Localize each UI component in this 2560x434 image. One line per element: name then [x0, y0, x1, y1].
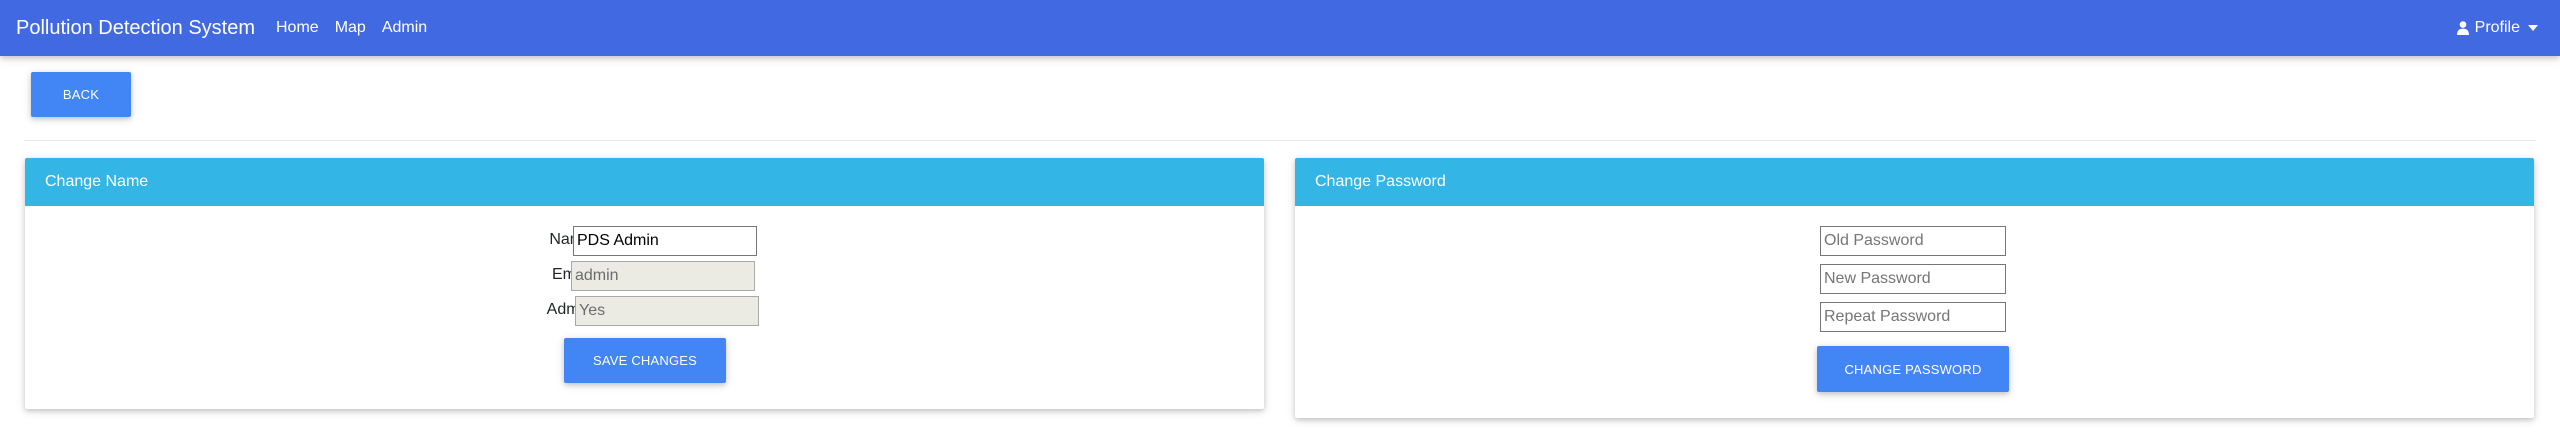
change-password-header: Change Password — [1295, 158, 2534, 206]
change-password-button[interactable]: CHANGE PASSWORD — [1817, 346, 2009, 392]
admin-input: Yes — [575, 296, 759, 326]
nav-link-map[interactable]: Map — [335, 19, 366, 37]
nav-link-home[interactable]: Home — [276, 19, 319, 37]
nav-links: Home Map Admin — [276, 0, 443, 56]
change-password-card: Change Password Old Password New Passwor… — [1295, 158, 2534, 418]
change-name-header: Change Name — [25, 158, 1264, 206]
profile-label: Profile — [2474, 19, 2520, 36]
back-button[interactable]: BACK — [31, 72, 131, 117]
save-changes-button[interactable]: SAVE CHANGES — [564, 338, 726, 383]
user-icon — [2456, 21, 2469, 35]
repeat-password-input[interactable]: Repeat Password — [1820, 302, 2006, 332]
divider — [24, 140, 2536, 141]
caret-down-icon — [2528, 25, 2538, 31]
new-password-input[interactable]: New Password — [1820, 264, 2006, 294]
nav-link-admin[interactable]: Admin — [382, 19, 427, 37]
profile-dropdown[interactable]: Profile — [2456, 0, 2538, 56]
brand-title[interactable]: Pollution Detection System — [16, 0, 255, 56]
change-name-card: Change Name Name PDS Admin Email admin A… — [25, 158, 1264, 409]
name-input[interactable]: PDS Admin — [573, 226, 757, 256]
old-password-input[interactable]: Old Password — [1820, 226, 2006, 256]
top-navbar: Pollution Detection System Home Map Admi… — [0, 0, 2560, 56]
email-input: admin — [571, 261, 755, 291]
